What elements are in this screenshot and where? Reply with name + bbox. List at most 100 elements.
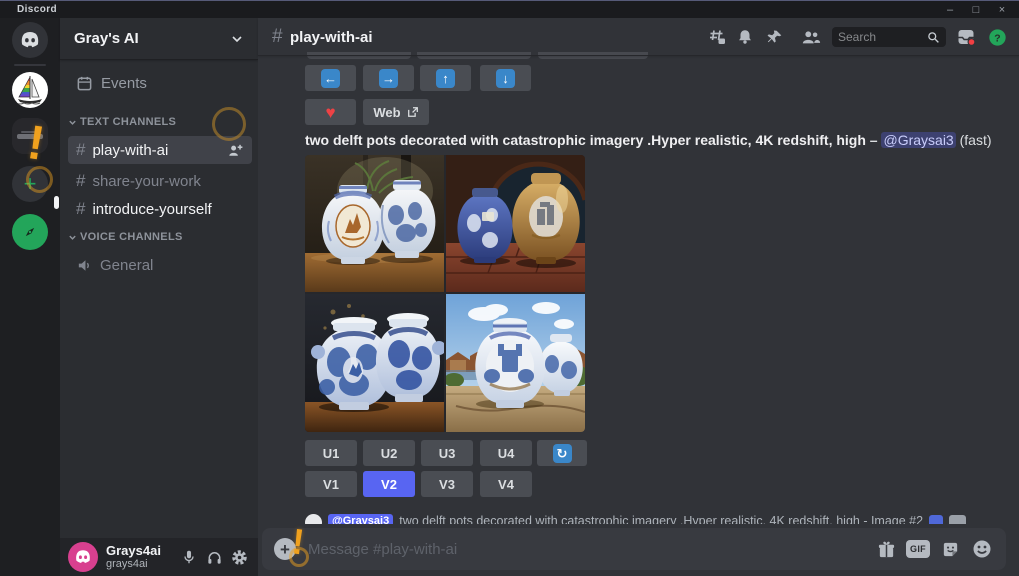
image-top-right[interactable] [446, 155, 585, 292]
upscale-1-button[interactable]: U1 [305, 440, 357, 466]
variation-2-button[interactable]: V2 [363, 471, 415, 497]
click-target-ring [212, 107, 246, 141]
user-tag: grays4ai [106, 558, 175, 570]
reroll-button[interactable]: ↻ [537, 440, 587, 466]
channel-title: play-with-ai [290, 29, 373, 46]
calendar-icon [76, 75, 93, 92]
message-composer[interactable]: + GIF [262, 528, 1006, 570]
upscale-4-button[interactable]: U4 [480, 440, 532, 466]
user-mention[interactable]: @Graysai3 [881, 132, 955, 148]
discord-logo-icon [18, 28, 42, 52]
sidebar-item-events[interactable]: Events [68, 70, 252, 96]
rail-separator [14, 64, 46, 66]
emoji-picker-button[interactable] [970, 537, 994, 561]
pan-right-button[interactable]: → [363, 65, 414, 91]
avatar [305, 514, 322, 524]
image-bottom-left[interactable] [305, 294, 444, 432]
microphone-icon [181, 549, 197, 565]
pin-icon [766, 29, 783, 46]
search-input[interactable] [838, 30, 927, 44]
window-titlebar: Discord – □ × [0, 0, 1019, 18]
favorite-button[interactable]: ♥ [305, 99, 356, 125]
pan-up-button[interactable]: ↑ [420, 65, 471, 91]
arrow-right-icon: → [379, 69, 398, 88]
search-icon [927, 31, 940, 44]
discord-home-button[interactable] [12, 22, 48, 58]
member-list-button[interactable] [801, 27, 821, 47]
sticker-button[interactable] [938, 537, 962, 561]
user-mention[interactable]: @Graysai3 [328, 514, 393, 524]
click-marker-ring [26, 166, 53, 193]
generated-image-grid[interactable] [305, 155, 585, 432]
attachment-icon[interactable] [949, 515, 966, 524]
user-avatar[interactable] [68, 542, 98, 572]
image-top-left[interactable] [305, 155, 444, 292]
settings-button[interactable] [228, 546, 250, 568]
image-bottom-right[interactable] [446, 294, 585, 432]
message-input[interactable] [308, 541, 866, 558]
click-marker-ring [289, 547, 309, 567]
deafen-button[interactable] [203, 546, 225, 568]
close-icon[interactable]: × [991, 2, 1013, 18]
external-link-icon [407, 106, 419, 118]
mute-button[interactable] [178, 546, 200, 568]
explore-servers-button[interactable] [12, 214, 48, 250]
help-icon: ? [988, 28, 1007, 47]
discord-logo-icon [73, 547, 93, 567]
variation-1-button[interactable]: V1 [305, 471, 357, 497]
gift-icon [877, 540, 896, 559]
svg-text:?: ? [994, 33, 1000, 44]
generation-mode: (fast) [960, 132, 992, 148]
server-header[interactable]: Gray's AI [60, 18, 258, 60]
sticker-icon [941, 540, 960, 559]
variation-3-button[interactable]: V3 [421, 471, 473, 497]
upscale-2-button[interactable]: U2 [363, 440, 415, 466]
sidebar-item-introduce-yourself[interactable]: # introduce-yourself [68, 195, 252, 223]
hash-icon: # [76, 140, 85, 160]
compass-icon [19, 221, 41, 243]
sidebar-item-general-voice[interactable]: General [68, 251, 252, 279]
user-area: Grays4ai grays4ai [60, 538, 258, 576]
inbox-button[interactable] [956, 27, 976, 47]
hash-icon: # [76, 199, 85, 219]
pan-down-button[interactable]: ↓ [480, 65, 531, 91]
pinned-messages-button[interactable] [764, 27, 784, 47]
minimize-icon[interactable]: – [939, 2, 961, 18]
gift-button[interactable] [874, 537, 898, 561]
reaction-emoji-icon[interactable] [929, 515, 943, 524]
pan-left-button[interactable]: ← [305, 65, 356, 91]
midjourney-server-button[interactable] [12, 72, 48, 108]
hash-icon: # [272, 26, 283, 48]
prompt-text: two delft pots decorated with catastroph… [305, 132, 866, 148]
clipped-message: @Graysai3 two delft pots decorated with … [305, 512, 995, 524]
text-channels-header[interactable]: TEXT CHANNELS [68, 116, 176, 128]
sidebar-item-share-your-work[interactable]: # share-your-work [68, 167, 252, 195]
maximize-icon[interactable]: □ [965, 2, 987, 18]
chevron-down-icon [68, 118, 77, 127]
unread-indicator-pill [54, 196, 59, 209]
web-label: Web [373, 105, 400, 120]
threads-button[interactable] [707, 27, 727, 47]
message-text: two delft pots decorated with catastroph… [399, 514, 923, 524]
gear-icon [231, 549, 248, 566]
voice-channels-header[interactable]: VOICE CHANNELS [68, 231, 183, 243]
notifications-button[interactable] [735, 27, 755, 47]
channel-label: introduce-yourself [92, 201, 211, 218]
chevron-down-icon [68, 233, 77, 242]
events-label: Events [101, 75, 147, 92]
upscale-3-button[interactable]: U3 [421, 440, 473, 466]
variation-4-button[interactable]: V4 [480, 471, 532, 497]
emoji-smiley-icon [972, 539, 992, 559]
message-prompt: two delft pots decorated with catastroph… [305, 132, 1005, 148]
server-name: Gray's AI [74, 30, 230, 47]
create-invite-icon[interactable] [227, 142, 244, 159]
bell-icon [736, 28, 754, 46]
app-title: Discord [17, 4, 57, 15]
members-icon [801, 28, 821, 46]
web-button[interactable]: Web [363, 99, 429, 125]
help-button[interactable]: ? [987, 27, 1007, 47]
chevron-down-icon [230, 32, 244, 46]
search-box[interactable] [832, 27, 946, 47]
user-names[interactable]: Grays4ai grays4ai [106, 544, 175, 570]
gif-picker-button[interactable]: GIF [906, 537, 930, 561]
